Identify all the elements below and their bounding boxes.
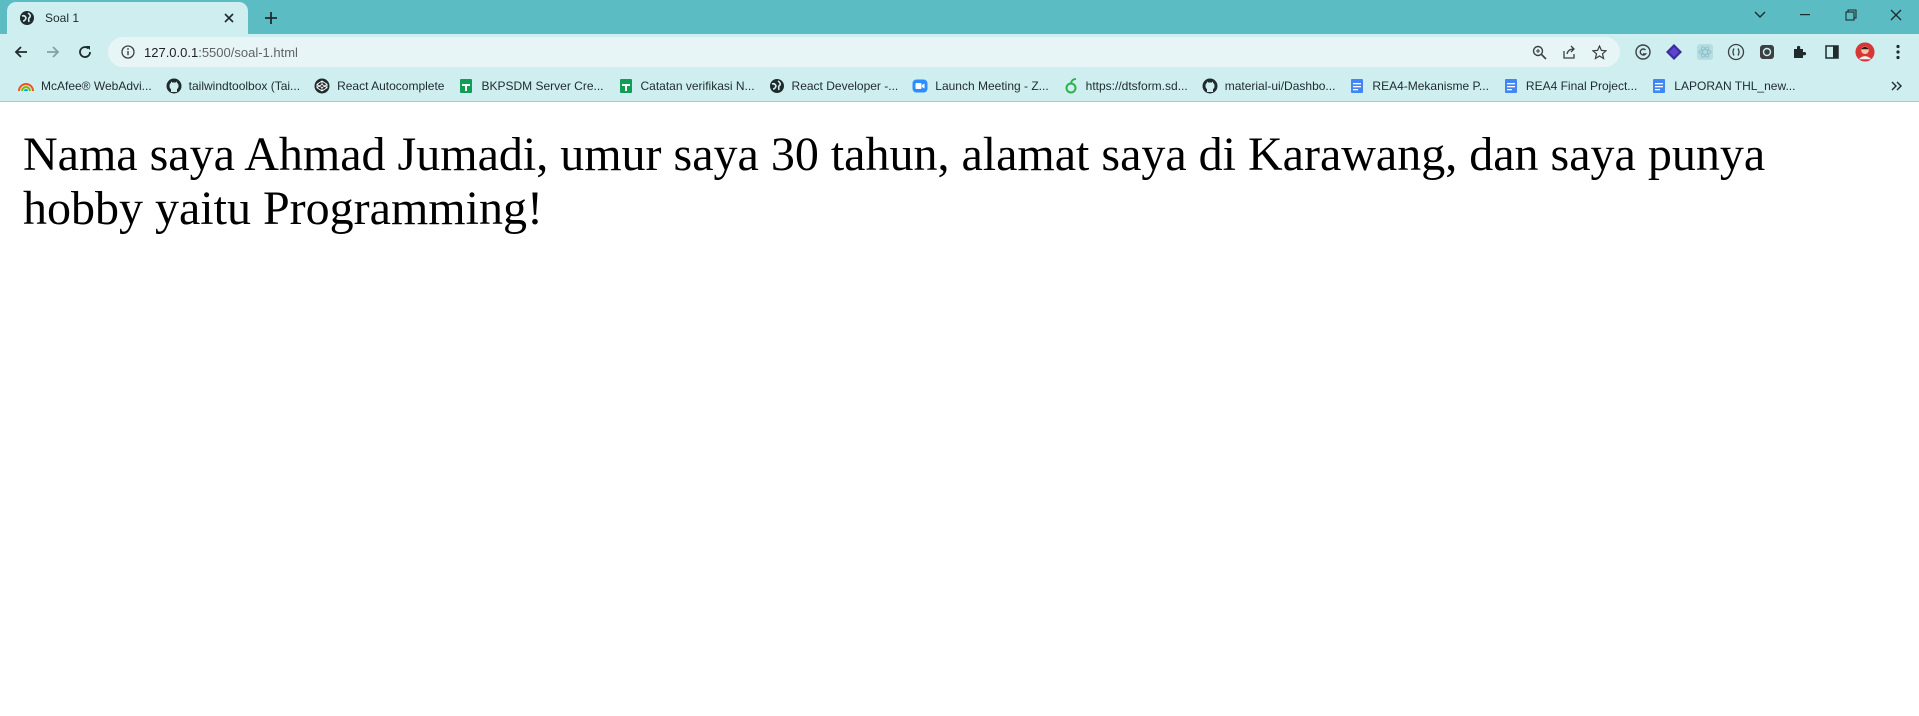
extension-react-icon[interactable] [1695, 42, 1715, 62]
reload-button[interactable] [71, 38, 99, 66]
bookmark-label: McAfee® WebAdvi... [41, 78, 152, 93]
bookmark-label: REA4 Final Project... [1525, 78, 1638, 93]
close-window-button[interactable] [1873, 0, 1919, 30]
sheets-icon [618, 78, 634, 94]
bookmark-label: Catatan verifikasi N... [640, 78, 755, 93]
bookmark-item[interactable]: REA4-Mekanisme P... [1343, 73, 1495, 99]
bookmark-label: material-ui/Dashbo... [1224, 78, 1336, 93]
forward-button[interactable] [39, 38, 67, 66]
more-menu-icon[interactable] [1888, 42, 1908, 62]
tab-strip: Soal 1 [0, 0, 1919, 34]
bookmark-star-icon[interactable] [1584, 37, 1614, 67]
share-icon[interactable] [1554, 37, 1584, 67]
extension-brackets-icon[interactable] [1726, 42, 1746, 62]
globe-icon [19, 10, 35, 26]
extension-camera-icon[interactable] [1757, 42, 1777, 62]
bookmark-item[interactable]: https://dtsform.sd... [1057, 73, 1194, 99]
extensions-puzzle-icon[interactable] [1790, 42, 1810, 62]
browser-toolbar: 127.0.0.1:5500/soal-1.html [0, 34, 1919, 70]
github-icon [166, 78, 182, 94]
close-tab-icon[interactable] [220, 9, 238, 27]
bookmarks-bar: McAfee® WebAdvi... tailwindtoolbox (Tai.… [0, 70, 1919, 102]
sheets-icon [458, 78, 474, 94]
tab-search-icon[interactable] [1737, 0, 1783, 30]
zoom-icon [912, 78, 928, 94]
restore-button[interactable] [1828, 0, 1874, 30]
docs-icon [1651, 78, 1667, 94]
bookmark-item[interactable]: React Autocomplete [308, 73, 450, 99]
page-content: Nama saya Ahmad Jumadi, umur saya 30 tah… [0, 103, 1919, 716]
profile-avatar[interactable] [1855, 42, 1875, 62]
new-tab-button[interactable] [260, 7, 282, 29]
bookmark-item[interactable]: Catatan verifikasi N... [612, 73, 761, 99]
mcafee-icon [18, 78, 34, 94]
bookmark-item[interactable]: material-ui/Dashbo... [1196, 73, 1342, 99]
minimize-button[interactable] [1782, 0, 1828, 30]
bookmark-item[interactable]: tailwindtoolbox (Tai... [160, 73, 306, 99]
bookmark-label: LAPORAN THL_new... [1674, 78, 1796, 93]
chevron-double-right-icon[interactable] [1889, 78, 1905, 94]
tab-active[interactable]: Soal 1 [7, 2, 248, 34]
leaf-icon [1063, 77, 1079, 94]
bookmark-item[interactable]: McAfee® WebAdvi... [12, 73, 158, 99]
bookmark-item[interactable]: Launch Meeting - Z... [906, 73, 1054, 99]
back-button[interactable] [7, 38, 35, 66]
extension-diamond-icon[interactable] [1664, 42, 1684, 62]
extension-grammar-icon[interactable] [1633, 42, 1653, 62]
bookmark-label: React Autocomplete [337, 78, 445, 93]
tab-title: Soal 1 [45, 11, 80, 25]
bookmark-item[interactable]: REA4 Final Project... [1497, 73, 1643, 99]
bookmark-label: REA4-Mekanisme P... [1372, 78, 1489, 93]
globe-icon [769, 78, 785, 94]
bookmark-item[interactable]: LAPORAN THL_new... [1645, 73, 1801, 99]
url-path: :5500/soal-1.html [198, 44, 298, 60]
bookmark-label: tailwindtoolbox (Tai... [188, 78, 301, 93]
zoom-icon[interactable] [1524, 37, 1554, 67]
site-info-icon[interactable] [112, 37, 144, 67]
bookmark-label: BKPSDM Server Cre... [481, 78, 604, 93]
address-bar[interactable]: 127.0.0.1:5500/soal-1.html [108, 37, 1620, 67]
bookmark-item[interactable]: BKPSDM Server Cre... [452, 73, 609, 99]
docs-icon [1503, 78, 1519, 94]
bookmark-label: React Developer -... [791, 78, 899, 93]
page-heading: Nama saya Ahmad Jumadi, umur saya 30 tah… [23, 128, 1766, 235]
bookmark-label: Launch Meeting - Z... [935, 78, 1049, 93]
codepen-icon [314, 78, 330, 94]
bookmark-label: https://dtsform.sd... [1085, 78, 1188, 93]
docs-icon [1349, 78, 1365, 94]
url-host: 127.0.0.1 [144, 44, 199, 60]
side-panel-icon[interactable] [1822, 42, 1842, 62]
github-icon [1202, 78, 1218, 94]
bookmark-item[interactable]: React Developer -... [763, 73, 905, 99]
url-text[interactable]: 127.0.0.1:5500/soal-1.html [144, 45, 1524, 60]
